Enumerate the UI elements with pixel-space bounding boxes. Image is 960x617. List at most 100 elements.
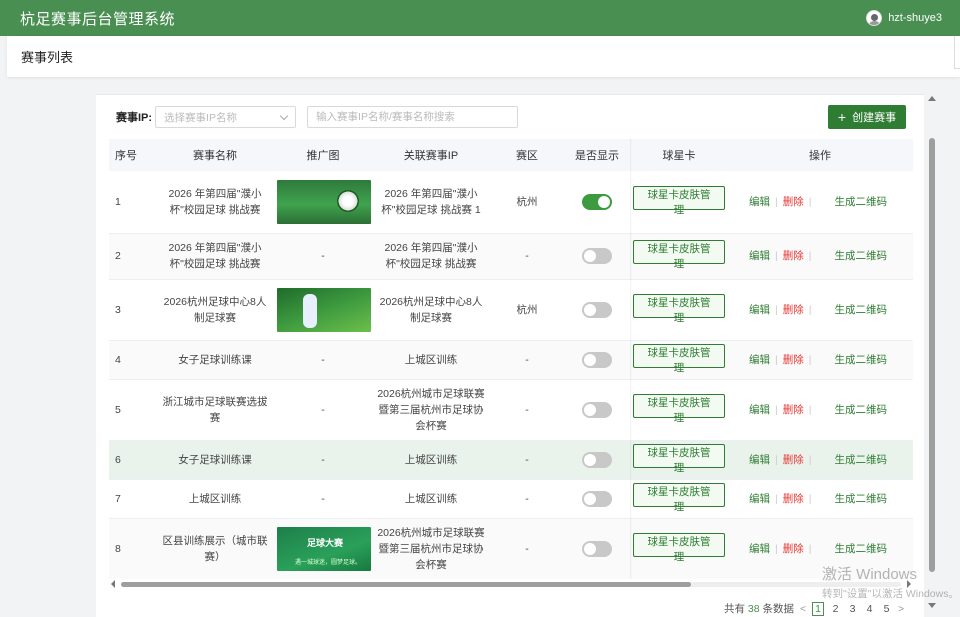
row-promo: 足球大赛 遇一城球迷，圆梦足球。 bbox=[273, 518, 373, 579]
edit-link[interactable]: 编辑 bbox=[749, 354, 770, 366]
delete-link[interactable]: 删除 bbox=[783, 196, 804, 208]
skin-manage-button[interactable]: 球星卡皮肤管理 bbox=[633, 185, 725, 216]
show-toggle[interactable] bbox=[582, 401, 612, 418]
row-index: 6 bbox=[109, 440, 157, 480]
page-3[interactable]: 3 bbox=[847, 603, 858, 615]
qr-link[interactable]: 生成二维码 bbox=[834, 454, 887, 466]
tab-event-list[interactable]: 赛事列表 bbox=[7, 47, 73, 66]
show-toggle[interactable] bbox=[582, 351, 612, 368]
row-card: 球星卡皮肤管理 bbox=[629, 233, 729, 280]
delete-link[interactable]: 删除 bbox=[783, 404, 804, 416]
edit-link[interactable]: 编辑 bbox=[749, 196, 770, 208]
next-page-button[interactable]: > bbox=[898, 603, 904, 615]
vertical-scrollbar[interactable] bbox=[926, 94, 938, 614]
page-5[interactable]: 5 bbox=[881, 603, 892, 615]
prev-page-button[interactable]: < bbox=[800, 603, 806, 615]
fixed-column-shadow bbox=[630, 139, 632, 579]
edit-link[interactable]: 编辑 bbox=[749, 493, 770, 505]
edit-link[interactable]: 编辑 bbox=[749, 404, 770, 416]
content-card: 赛事IP: 选择赛事IP名称 输入赛事IP名称/赛事名称搜索 + 创建赛事 序号… bbox=[96, 94, 924, 617]
row-region: - bbox=[489, 440, 565, 480]
scroll-thumb[interactable] bbox=[121, 582, 691, 587]
table-row: 1 2026 年第四届"濮小杯"校园足球 挑战赛 2026 年第四届"濮小杯"校… bbox=[109, 171, 913, 234]
delete-link[interactable]: 删除 bbox=[783, 454, 804, 466]
row-show bbox=[565, 479, 629, 519]
row-ops: 编辑 | 删除 | 生成二维码 bbox=[729, 279, 913, 341]
divider: | bbox=[808, 303, 812, 316]
row-show bbox=[565, 518, 629, 579]
qr-link[interactable]: 生成二维码 bbox=[834, 196, 887, 208]
qr-link[interactable]: 生成二维码 bbox=[834, 304, 887, 316]
table-row: 6 女子足球训练课 - 上城区训练 - 球星卡皮肤管理 编辑 | 删除 | 生成二维码 bbox=[109, 440, 913, 480]
page-1[interactable]: 1 bbox=[812, 601, 825, 616]
show-toggle[interactable] bbox=[582, 301, 612, 318]
qr-link[interactable]: 生成二维码 bbox=[834, 250, 887, 262]
delete-link[interactable]: 删除 bbox=[783, 354, 804, 366]
scroll-down-icon[interactable] bbox=[928, 603, 936, 608]
skin-manage-button[interactable]: 球星卡皮肤管理 bbox=[633, 393, 725, 424]
show-toggle[interactable] bbox=[582, 193, 612, 210]
search-input[interactable]: 输入赛事IP名称/赛事名称搜索 bbox=[307, 106, 519, 128]
row-show bbox=[565, 171, 629, 234]
skin-manage-button[interactable]: 球星卡皮肤管理 bbox=[633, 293, 725, 324]
avatar[interactable] bbox=[866, 10, 883, 26]
show-toggle[interactable] bbox=[582, 248, 612, 265]
row-card: 球星卡皮肤管理 bbox=[629, 518, 729, 579]
promo-image-subtitle: 遇一城球迷，圆梦足球。 bbox=[295, 560, 362, 566]
show-toggle[interactable] bbox=[582, 490, 612, 507]
qr-link[interactable]: 生成二维码 bbox=[834, 354, 887, 366]
divider: | bbox=[775, 250, 778, 262]
scroll-thumb[interactable] bbox=[929, 138, 935, 572]
row-ops: 编辑 | 删除 | 生成二维码 bbox=[729, 479, 913, 519]
row-index: 1 bbox=[109, 171, 157, 234]
row-promo bbox=[273, 279, 373, 341]
row-promo: - bbox=[273, 440, 373, 480]
skin-manage-button[interactable]: 球星卡皮肤管理 bbox=[633, 240, 725, 270]
delete-link[interactable]: 删除 bbox=[783, 250, 804, 262]
qr-link[interactable]: 生成二维码 bbox=[834, 543, 887, 555]
row-card: 球星卡皮肤管理 bbox=[629, 279, 729, 341]
row-ip: 2026杭州城市足球联赛暨第三届杭州市足球协会杯赛 bbox=[373, 518, 489, 579]
delete-link[interactable]: 删除 bbox=[783, 543, 804, 555]
show-toggle[interactable] bbox=[582, 541, 612, 558]
skin-manage-button[interactable]: 球星卡皮肤管理 bbox=[633, 482, 725, 513]
plus-icon: + bbox=[837, 109, 847, 125]
edit-link[interactable]: 编辑 bbox=[749, 543, 770, 555]
skin-manage-button[interactable]: 球星卡皮肤管理 bbox=[633, 443, 725, 474]
horizontal-scrollbar[interactable] bbox=[109, 579, 913, 589]
skin-manage-button[interactable]: 球星卡皮肤管理 bbox=[633, 533, 725, 563]
watermark-line1: 激活 Windows bbox=[822, 566, 918, 583]
table-header-row: 序号 赛事名称 推广图 关联赛事IP 赛区 是否显示 球星卡 操作 bbox=[109, 139, 913, 171]
qr-link[interactable]: 生成二维码 bbox=[834, 493, 887, 505]
row-region: - bbox=[489, 340, 565, 380]
col-header-index: 序号 bbox=[109, 139, 157, 171]
username[interactable]: hzt-shuye3 bbox=[888, 12, 942, 24]
divider: | bbox=[775, 543, 778, 555]
row-ip: 上城区训练 bbox=[373, 479, 489, 519]
row-show bbox=[565, 279, 629, 341]
row-card: 球星卡皮肤管理 bbox=[629, 379, 729, 441]
skin-manage-button[interactable]: 球星卡皮肤管理 bbox=[633, 343, 725, 374]
edit-link[interactable]: 编辑 bbox=[749, 454, 770, 466]
qr-link[interactable]: 生成二维码 bbox=[834, 404, 887, 416]
table-row: 4 女子足球训练课 - 上城区训练 - 球星卡皮肤管理 编辑 | 删除 | 生成二维码 bbox=[109, 340, 913, 380]
windows-activation-watermark: 激活 Windows 转到"设置"以激活 Windows。 bbox=[822, 563, 959, 601]
delete-link[interactable]: 删除 bbox=[783, 493, 804, 505]
col-header-ops: 操作 bbox=[729, 139, 913, 171]
page-4[interactable]: 4 bbox=[864, 603, 875, 615]
row-name: 2026 年第四届"濮小杯"校园足球 挑战赛 bbox=[157, 233, 273, 280]
user-menu[interactable]: hzt-shuye3 bbox=[866, 10, 942, 26]
edit-link[interactable]: 编辑 bbox=[749, 304, 770, 316]
row-region: - bbox=[489, 233, 565, 280]
scroll-left-icon[interactable] bbox=[111, 580, 115, 588]
show-toggle[interactable] bbox=[582, 451, 612, 468]
chevron-down-icon bbox=[279, 111, 289, 120]
page-2[interactable]: 2 bbox=[830, 603, 841, 615]
scroll-up-icon[interactable] bbox=[928, 96, 936, 101]
tab-bar: 赛事列表 bbox=[7, 36, 960, 77]
ip-select[interactable]: 选择赛事IP名称 bbox=[155, 106, 297, 128]
create-event-button[interactable]: + 创建赛事 bbox=[828, 105, 906, 129]
row-index: 2 bbox=[109, 233, 157, 280]
edit-link[interactable]: 编辑 bbox=[749, 250, 770, 262]
delete-link[interactable]: 删除 bbox=[783, 304, 804, 316]
